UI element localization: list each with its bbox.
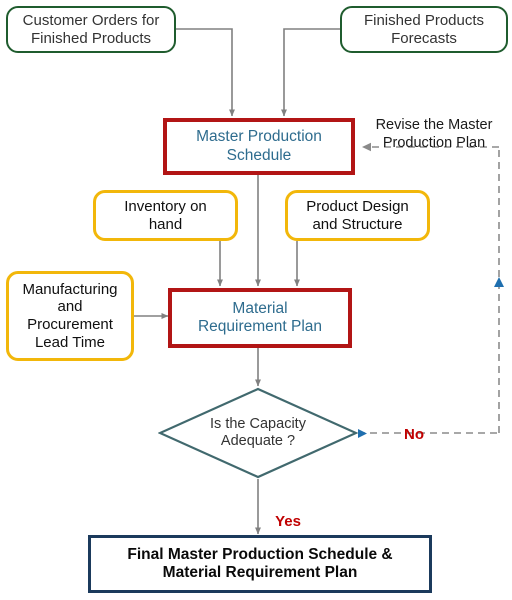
edge-decision-no-feedback: [358, 142, 504, 438]
node-product-forecasts[interactable]: Finished Products Forecasts: [340, 6, 508, 53]
edge-label-revise-plan: Revise the Master Production Plan: [358, 100, 510, 152]
node-product-design[interactable]: Product Design and Structure: [285, 190, 430, 241]
node-final-plan[interactable]: Final Master Production Schedule & Mater…: [88, 535, 432, 593]
node-lead-time[interactable]: Manufacturing and Procurement Lead Time: [6, 271, 134, 361]
flowchart-canvas: Customer Orders for Finished Products Fi…: [0, 0, 512, 600]
node-master-production-schedule[interactable]: Master Production Schedule: [163, 118, 355, 175]
node-customer-orders[interactable]: Customer Orders for Finished Products: [6, 6, 176, 53]
edge-customer-orders-to-mps: [176, 28, 236, 117]
node-capacity-decision-label: Is the Capacity Adequate ?: [210, 415, 306, 449]
node-capacity-decision-body: Is the Capacity Adequate ?: [158, 387, 358, 479]
no-branch-arrowhead-icon: [358, 429, 367, 438]
edge-label-revise-plan-text: Revise the Master Production Plan: [375, 117, 493, 151]
node-capacity-decision[interactable]: Is the Capacity Adequate ?: [158, 387, 358, 479]
edge-label-no: No: [392, 408, 436, 444]
node-customer-orders-label: Customer Orders for Finished Products: [22, 11, 160, 47]
edge-label-no-text: No: [404, 426, 424, 443]
node-final-plan-label: Final Master Production Schedule & Mater…: [127, 545, 393, 581]
edge-label-yes-text: Yes: [275, 513, 301, 530]
node-product-forecasts-label: Finished Products Forecasts: [363, 11, 485, 47]
node-lead-time-label: Manufacturing and Procurement Lead Time: [22, 280, 118, 351]
edge-forecasts-to-mps: [281, 28, 340, 117]
node-material-requirement-plan-label: Material Requirement Plan: [197, 299, 323, 335]
node-product-design-label: Product Design and Structure: [306, 197, 409, 233]
node-master-production-schedule-label: Master Production Schedule: [196, 128, 322, 164]
node-inventory-on-hand[interactable]: Inventory on hand: [93, 190, 238, 241]
node-inventory-on-hand-label: Inventory on hand: [124, 197, 207, 233]
edge-label-yes: Yes: [266, 495, 310, 531]
feedback-direction-arrow-icon: [494, 277, 504, 287]
node-material-requirement-plan[interactable]: Material Requirement Plan: [168, 288, 352, 348]
